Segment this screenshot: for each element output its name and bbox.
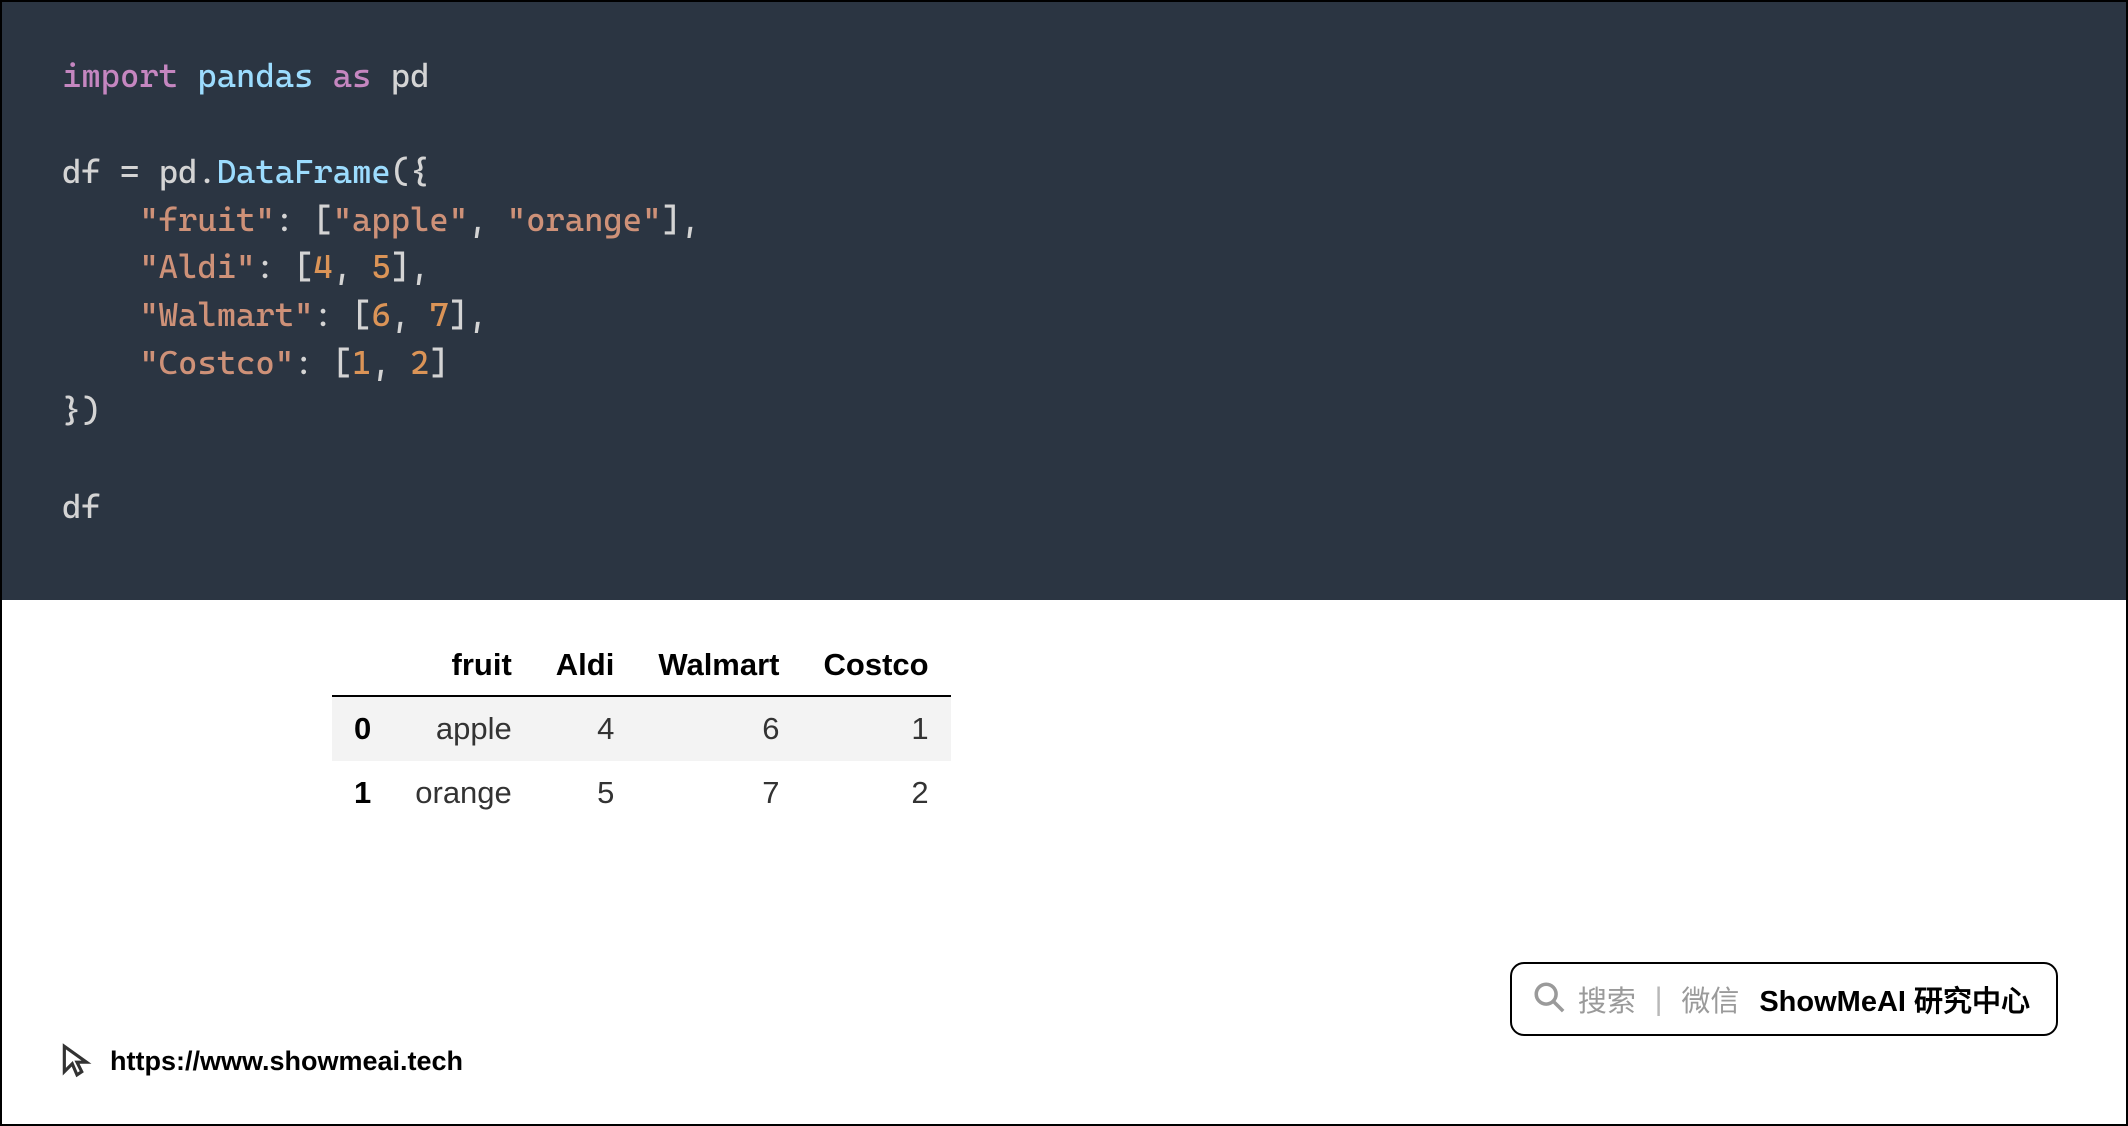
search-label: 搜索 xyxy=(1578,978,1636,1020)
cell-value: 1 xyxy=(802,696,951,761)
variable: df xyxy=(62,152,101,191)
divider: | xyxy=(1650,982,1667,1016)
column-header: Walmart xyxy=(636,635,801,696)
number-literal: 7 xyxy=(429,295,448,334)
dict-key: "Costco" xyxy=(139,343,294,382)
code-line-5: "Aldi": [4, 5], xyxy=(62,243,2066,291)
cell-value: orange xyxy=(393,761,534,825)
keyword-as: as xyxy=(333,56,372,95)
search-icon xyxy=(1532,980,1566,1018)
row-index: 1 xyxy=(332,761,393,825)
index-header xyxy=(332,635,393,696)
code-line-7: "Costco": [1, 2] xyxy=(62,339,2066,387)
column-header: Costco xyxy=(802,635,951,696)
code-line-4: "fruit": ["apple", "orange"], xyxy=(62,196,2066,244)
column-header: Aldi xyxy=(534,635,637,696)
search-watermark-box: 搜索 | 微信 ShowMeAI 研究中心 xyxy=(1510,962,2058,1036)
dataframe-output-table: fruit Aldi Walmart Costco 0 apple 4 6 1 … xyxy=(332,635,951,825)
wechat-label: 微信 xyxy=(1681,978,1739,1020)
dict-key: "fruit" xyxy=(139,200,274,239)
number-literal: 4 xyxy=(313,247,332,286)
cell-value: 4 xyxy=(534,696,637,761)
code-line-blank xyxy=(62,435,2066,483)
number-literal: 5 xyxy=(371,247,390,286)
output-panel: fruit Aldi Walmart Costco 0 apple 4 6 1 … xyxy=(2,600,2126,855)
module-ref: pd xyxy=(159,152,198,191)
row-index: 0 xyxy=(332,696,393,761)
variable: df xyxy=(62,487,101,526)
code-line-8: }) xyxy=(62,387,2066,435)
cell-value: 5 xyxy=(534,761,637,825)
footer-url: https://www.showmeai.tech xyxy=(58,1040,463,1082)
cell-value: 6 xyxy=(636,696,801,761)
string-literal: "orange" xyxy=(507,200,662,239)
cell-value: apple xyxy=(393,696,534,761)
number-literal: 2 xyxy=(410,343,429,382)
dict-key: "Aldi" xyxy=(139,247,255,286)
table-row: 0 apple 4 6 1 xyxy=(332,696,951,761)
alias-name: pd xyxy=(391,56,430,95)
column-header: fruit xyxy=(393,635,534,696)
module-name: pandas xyxy=(197,56,313,95)
code-line-1: import pandas as pd xyxy=(62,52,2066,100)
code-editor-panel: import pandas as pd df = pd.DataFrame({ … xyxy=(2,2,2126,600)
number-literal: 1 xyxy=(352,343,371,382)
dict-key: "Walmart" xyxy=(139,295,313,334)
string-literal: "apple" xyxy=(333,200,468,239)
cell-value: 7 xyxy=(636,761,801,825)
code-line-blank xyxy=(62,100,2066,148)
code-line-6: "Walmart": [6, 7], xyxy=(62,291,2066,339)
number-literal: 6 xyxy=(371,295,390,334)
operator: = xyxy=(120,152,139,191)
table-header-row: fruit Aldi Walmart Costco xyxy=(332,635,951,696)
code-line-10: df xyxy=(62,483,2066,531)
class-name: DataFrame xyxy=(217,152,391,191)
code-line-3: df = pd.DataFrame({ xyxy=(62,148,2066,196)
keyword-import: import xyxy=(62,56,178,95)
table-row: 1 orange 5 7 2 xyxy=(332,761,951,825)
url-text: https://www.showmeai.tech xyxy=(110,1046,463,1077)
cursor-pointer-icon xyxy=(58,1040,96,1082)
brand-name: ShowMeAI 研究中心 xyxy=(1759,978,2030,1020)
cell-value: 2 xyxy=(802,761,951,825)
